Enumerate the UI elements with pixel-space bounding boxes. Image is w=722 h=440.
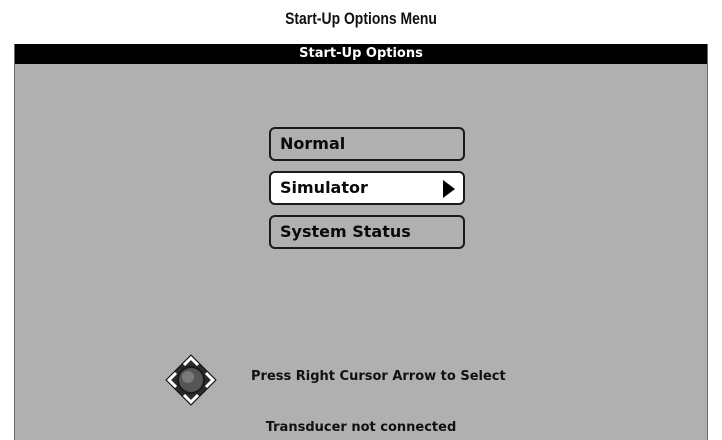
menu-item-system-status[interactable]: System Status [269, 215, 465, 249]
select-hint-text: Press Right Cursor Arrow to Select [251, 369, 506, 384]
right-arrow-icon [443, 180, 455, 198]
transducer-status-text: Transducer not connected [265, 420, 457, 435]
menu-item-label: System Status [280, 222, 411, 241]
four-way-cursor-pad-icon [165, 354, 217, 406]
menu-item-simulator[interactable]: Simulator [269, 171, 465, 205]
menu-item-label: Normal [280, 134, 346, 153]
menu-item-normal[interactable]: Normal [269, 127, 465, 161]
screen-title-bar: Start-Up Options [15, 44, 707, 64]
menu-item-label: Simulator [280, 178, 368, 197]
figure-caption: Start-Up Options Menu [285, 9, 437, 28]
device-screen: Start-Up Options Normal Simulator System… [14, 44, 708, 440]
